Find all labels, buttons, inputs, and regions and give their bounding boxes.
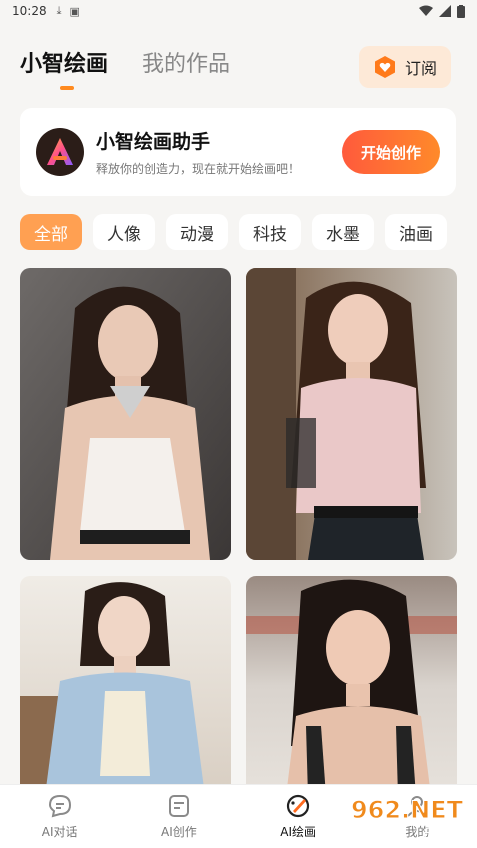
document-icon [168, 795, 189, 817]
portrait-photo-icon [20, 576, 231, 796]
subscribe-button[interactable]: 订阅 [359, 46, 451, 88]
nav-ai-paint-label: AI绘画 [280, 825, 316, 839]
paint-icon [287, 794, 310, 818]
category-chip-portrait[interactable]: 人像 [93, 214, 155, 250]
notification-icon: ▣ [69, 4, 80, 18]
category-chip-all[interactable]: 全部 [20, 214, 82, 250]
category-chip-tech[interactable]: 科技 [239, 214, 301, 250]
signal-icon [439, 5, 451, 17]
header-tabs: 小智绘画 我的作品 [20, 48, 230, 90]
download-icon: ⤓ [56, 4, 62, 17]
gallery-item[interactable] [246, 576, 457, 796]
nav-ai-chat[interactable]: AI对话 [0, 785, 119, 848]
nav-ai-create-label: AI创作 [161, 825, 197, 839]
category-chip-oil[interactable]: 油画 [385, 214, 447, 250]
portrait-photo-icon [20, 268, 231, 560]
watermark-logo-icon: 962.NET 乐游网 [350, 796, 464, 843]
banner-text: 小智绘画助手 释放你的创造力，现在就开始绘画吧！ [96, 127, 342, 177]
gallery-item[interactable] [20, 576, 231, 796]
watermark-subtext: 乐游网 [423, 827, 462, 842]
watermark-text: 962.NET [351, 796, 464, 824]
subscribe-hexagon-icon [374, 56, 395, 78]
portrait-photo-icon [246, 268, 457, 560]
portrait-photo-icon [246, 576, 457, 796]
status-bar: 10:28 ⤓ ▣ [0, 0, 477, 22]
category-chip-anime[interactable]: 动漫 [166, 214, 228, 250]
nav-ai-create[interactable]: AI创作 [119, 785, 238, 848]
banner-subtitle: 释放你的创造力，现在就开始绘画吧！ [96, 162, 301, 176]
gallery-item[interactable] [20, 268, 231, 560]
category-chip-ink[interactable]: 水墨 [312, 214, 374, 250]
start-creating-button[interactable]: 开始创作 [342, 130, 440, 174]
battery-icon [457, 4, 465, 18]
banner-title: 小智绘画助手 [96, 131, 211, 153]
nav-ai-paint[interactable]: AI绘画 [239, 785, 358, 848]
gallery-item[interactable] [246, 268, 457, 560]
tab-my-works[interactable]: 我的作品 [142, 48, 230, 82]
category-chips: 全部 人像 动漫 科技 水墨 油画 [20, 214, 447, 250]
assistant-banner: 小智绘画助手 释放你的创造力，现在就开始绘画吧！ 开始创作 [20, 108, 456, 196]
nav-ai-chat-label: AI对话 [41, 825, 78, 839]
wifi-icon [419, 5, 433, 16]
subscribe-label: 订阅 [404, 59, 437, 78]
status-time: 10:28 [12, 4, 47, 18]
chat-icon [48, 794, 71, 818]
app-logo-icon [36, 128, 84, 176]
tab-xiaozhi-painting[interactable]: 小智绘画 [20, 48, 108, 90]
